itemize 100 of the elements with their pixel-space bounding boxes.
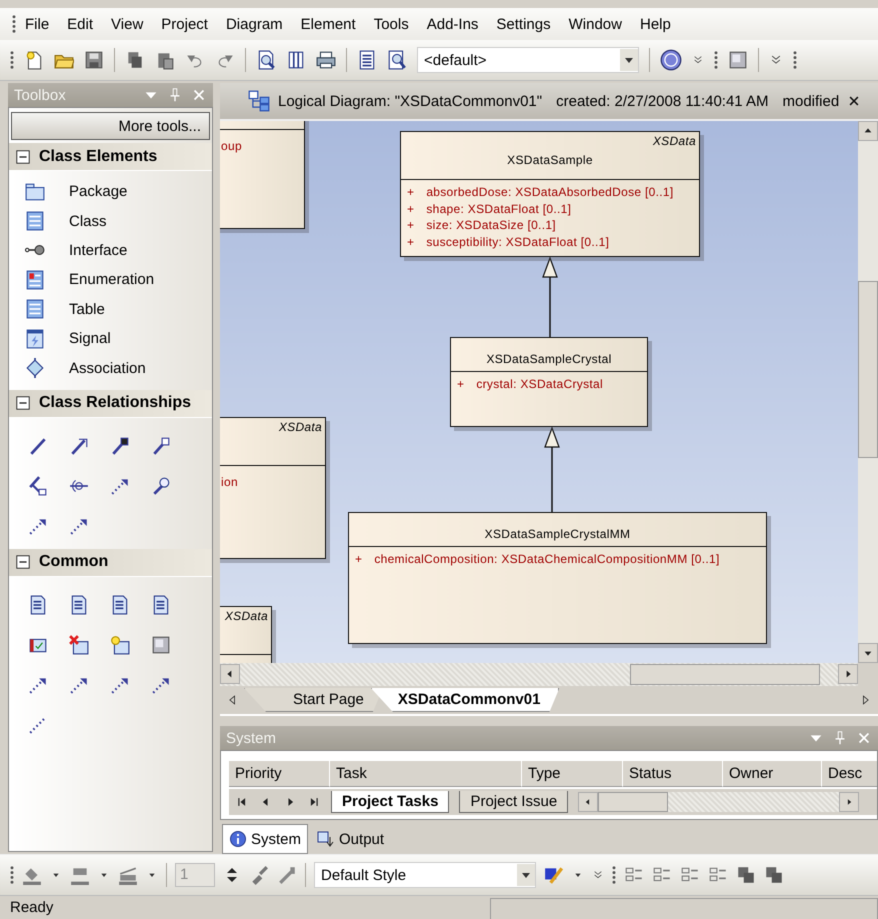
toolbox-item[interactable]: Class: [9, 206, 212, 236]
menu-item[interactable]: Add-Ins: [418, 16, 488, 32]
info-icon: [229, 830, 247, 848]
scroll-down-button[interactable]: [858, 643, 878, 663]
class-box[interactable]: XSData ion: [220, 417, 326, 559]
toolbox-item[interactable]: Enumeration: [9, 265, 212, 295]
branching-line-icon[interactable]: [28, 476, 48, 496]
scroll-up-button[interactable]: [858, 121, 878, 141]
attribute: + size: XSDataSize [0..1]: [407, 217, 557, 234]
stereotype-label: XSData: [278, 420, 322, 434]
modified-label: modified: [782, 92, 840, 110]
document-search-icon[interactable]: [387, 50, 407, 70]
grip-icon: [612, 866, 616, 884]
chevron-icon: [692, 54, 704, 66]
close-icon[interactable]: [847, 94, 862, 108]
class-icon: [25, 211, 45, 232]
section-header[interactable]: Common: [9, 548, 212, 577]
column-header[interactable]: Status: [623, 761, 723, 787]
column-header[interactable]: Desc: [822, 761, 877, 787]
menu-item[interactable]: Help: [630, 16, 680, 32]
menu-item[interactable]: File: [16, 16, 58, 32]
class-name: XSDataSample: [507, 152, 593, 166]
column-header[interactable]: Task: [330, 761, 522, 787]
toolbox-item[interactable]: Package: [9, 177, 212, 206]
crossed-frame-icon[interactable]: [68, 634, 88, 655]
attribute: ion: [221, 474, 239, 490]
grip-icon: [714, 51, 718, 69]
enumeration-icon: [25, 270, 45, 290]
menu-item[interactable]: View: [102, 16, 152, 32]
menu-item[interactable]: Diagram: [216, 16, 292, 32]
class-box[interactable]: XSData: [220, 606, 272, 663]
page-layout-icon[interactable]: [286, 50, 306, 70]
help-icon[interactable]: [660, 49, 682, 71]
stereotype-label: XSData: [652, 134, 696, 148]
menu-item[interactable]: Edit: [58, 16, 102, 32]
panel-tab[interactable]: Output: [310, 824, 392, 854]
save-icon[interactable]: [84, 50, 104, 70]
printer-icon[interactable]: [316, 50, 336, 70]
sheet-tab[interactable]: Project Issue: [459, 791, 568, 813]
output-icon: [317, 830, 336, 848]
toolbox-item[interactable]: Signal: [9, 324, 212, 354]
grip-icon: [10, 51, 14, 69]
hollow-end-line-icon[interactable]: [150, 436, 170, 456]
toolbox-item[interactable]: Association: [9, 353, 212, 383]
scroll-thumb[interactable]: [630, 664, 820, 685]
more-tools-button[interactable]: More tools...: [11, 112, 210, 140]
diagram-icon: [248, 90, 270, 112]
filled-end-line-icon[interactable]: [110, 436, 130, 456]
diagonal-line-icon[interactable]: [28, 436, 48, 456]
section-header[interactable]: Class Relationships: [9, 390, 212, 418]
panel-tab[interactable]: System: [222, 824, 308, 854]
menu-item[interactable]: Project: [152, 16, 217, 32]
gradient-icon[interactable]: [728, 50, 748, 70]
class-box[interactable]: XSData XSDataSample + absorbedDose: XSDataAbsorbedDose [0..1] + shape: XSDataFloat [0..1] + size: XSDataSize [0..1] + susceptibility: XSDataFloat [0..1]: [400, 131, 700, 257]
column-header[interactable]: Owner: [723, 761, 822, 787]
new-document-icon[interactable]: [24, 50, 44, 70]
scroll-left-button[interactable]: [220, 664, 240, 684]
attribute: oup: [221, 138, 243, 154]
document-tab[interactable]: XSDataCommonv01: [370, 688, 560, 712]
attribute: + absorbedDose: XSDataAbsorbedDose [0..1]: [407, 184, 674, 200]
package-icon: [25, 182, 45, 202]
menu-item[interactable]: Tools: [364, 16, 418, 32]
print-preview-icon[interactable]: [256, 50, 276, 70]
diagram-title: Logical Diagram: "XSDataCommonv01": [278, 92, 542, 110]
table-icon: [25, 299, 45, 320]
scroll-right-button[interactable]: [838, 664, 858, 684]
star-frame-icon[interactable]: [110, 634, 130, 655]
column-header[interactable]: Priority: [229, 761, 330, 787]
stereotype-label: XSData: [224, 609, 268, 623]
scroll-thumb[interactable]: [598, 792, 668, 812]
section-header[interactable]: Class Elements: [9, 143, 212, 171]
gradient-icon[interactable]: [150, 634, 170, 655]
signal-icon: [25, 328, 45, 349]
sheet-tab[interactable]: Project Tasks: [331, 791, 450, 813]
class-box[interactable]: XSDataSampleCrystalMM + chemicalComposition: XSDataChemicalCompositionMM [0..1]: [348, 512, 767, 644]
grip-icon: [793, 51, 797, 69]
attribute: + crystal: XSDataCrystal: [457, 376, 604, 392]
diamond-icon: [25, 358, 45, 378]
toolbox-item[interactable]: Table: [9, 294, 212, 324]
grip-icon: [10, 866, 14, 884]
class-name: XSDataSampleCrystalMM: [484, 526, 630, 540]
grip-icon: [12, 15, 16, 33]
list-document-icon[interactable]: [357, 50, 377, 70]
attribute: + chemicalComposition: XSDataChemicalCompositionMM [0..1]: [355, 551, 721, 568]
class-box[interactable]: oup: [220, 121, 305, 229]
circle-end-line-icon[interactable]: [150, 476, 170, 496]
status-text: Ready: [9, 898, 54, 918]
scroll-thumb[interactable]: [858, 281, 878, 458]
created-date: created: 2/27/2008 11:40:41 AM: [556, 92, 768, 110]
panel-title: Toolbox: [14, 86, 67, 104]
menu-item[interactable]: Window: [560, 16, 631, 32]
style-dropdown[interactable]: Default Style: [314, 862, 536, 888]
profile-dropdown[interactable]: <default>: [417, 47, 639, 73]
menu-item[interactable]: Settings: [487, 16, 560, 32]
class-box[interactable]: XSDataSampleCrystal + crystal: XSDataCrystal: [450, 337, 648, 427]
attribute: + susceptibility: XSDataFloat [0..1]: [407, 234, 610, 250]
column-header[interactable]: Type: [522, 761, 623, 787]
menu-item[interactable]: Element: [292, 16, 365, 32]
toolbox-item[interactable]: Interface: [9, 236, 212, 266]
attribute: + shape: XSDataFloat [0..1]: [407, 200, 572, 217]
